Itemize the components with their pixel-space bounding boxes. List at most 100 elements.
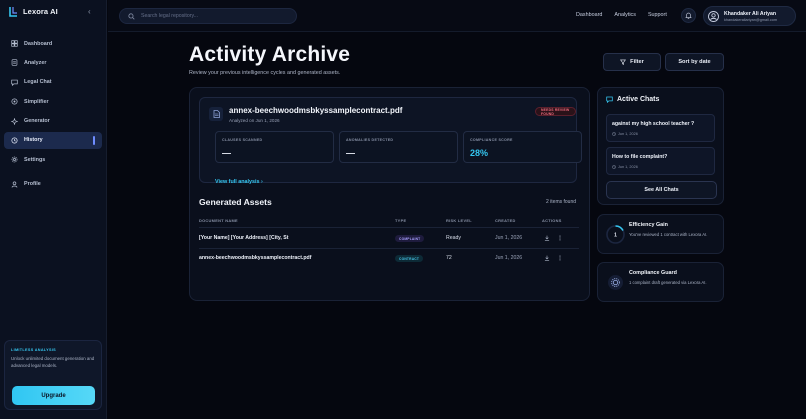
see-all-chats-button[interactable]: See All Chats: [606, 181, 717, 199]
download-icon[interactable]: [544, 235, 550, 241]
active-chats-card: Active Chats against my high school teac…: [597, 87, 724, 205]
active-indicator: [93, 135, 95, 145]
collapse-sidebar-icon[interactable]: ‹: [88, 7, 91, 16]
generator-icon: [11, 117, 18, 125]
stat-value: 28%: [470, 148, 489, 158]
sidebar-item-label: Profile: [24, 181, 41, 188]
sidebar-item-dashboard[interactable]: Dashboard: [4, 35, 102, 52]
filter-button[interactable]: Filter: [603, 53, 661, 71]
user-email: khandakeraliariyan@gmail.com: [724, 18, 778, 22]
document-icon: [209, 107, 223, 121]
latest-analysis-card: annex-beechwoodmsbkyssamplecontract.pdf …: [199, 97, 582, 185]
sidebar-item-label: History: [24, 137, 43, 144]
efficiency-card: 1 Efficiency Gain You've reviewed 1 cont…: [597, 214, 724, 254]
sidebar-item-simplifier[interactable]: Simplifier: [4, 93, 102, 110]
chat-item[interactable]: How to file complaint? Jun 1, 2026: [606, 147, 715, 175]
chat-icon: [11, 79, 18, 86]
document-name: annex-beechwoodmsbkyssamplecontract.pdf: [199, 255, 312, 261]
stat-label: ANOMALIES DETECTED: [346, 138, 394, 142]
settings-icon: [11, 156, 18, 163]
sidebar-item-history[interactable]: History: [4, 131, 102, 149]
page-title: Activity Archive: [189, 43, 351, 66]
created-date: Jun 1, 2026: [495, 235, 523, 241]
column-header: DOCUMENT NAME: [199, 218, 238, 223]
sidebar-item-label: Simplifier: [24, 98, 49, 105]
stat-label: COMPLIANCE SCORE: [470, 138, 513, 142]
history-icon: [11, 137, 18, 144]
sidebar-item-label: Legal Chat: [24, 79, 52, 86]
filter-label: Filter: [630, 59, 644, 65]
logo-icon: [9, 6, 18, 17]
efficiency-text: You've reviewed 1 contract with Lexora A…: [629, 232, 708, 237]
search-bar[interactable]: [119, 8, 297, 24]
sidebar-item-generator[interactable]: Generator: [4, 113, 102, 130]
shield-icon: [608, 275, 623, 290]
search-icon: [128, 12, 135, 20]
upgrade-promo: LIMITLESS ANALYSIS Unlock unlimited docu…: [4, 340, 102, 410]
simplifier-icon: [11, 98, 18, 105]
column-header: CREATED: [495, 218, 516, 223]
sort-button[interactable]: Sort by date: [665, 53, 724, 71]
top-link-support[interactable]: Support: [648, 12, 667, 18]
chat-date: Jun 1, 2026: [612, 165, 638, 169]
stat-clauses: CLAUSES SCANNED —: [215, 131, 334, 163]
chats-title: Active Chats: [606, 96, 659, 103]
promo-title: LIMITLESS ANALYSIS: [11, 348, 56, 352]
top-link-dashboard[interactable]: Dashboard: [576, 12, 602, 18]
search-input[interactable]: [141, 13, 291, 19]
topbar: Dashboard Analytics Support Khandaker Al…: [108, 0, 806, 32]
sidebar-item-label: Generator: [24, 118, 50, 125]
bell-icon: [685, 12, 692, 19]
compliance-text: 1 complaint draft generated via Lexora A…: [629, 280, 707, 285]
stat-label: CLAUSES SCANNED: [222, 138, 263, 142]
top-link-analytics[interactable]: Analytics: [614, 12, 636, 18]
chat-bubble-icon: [606, 96, 613, 103]
type-badge: COMPLAINT: [395, 235, 425, 242]
created-date: Jun 1, 2026: [495, 255, 523, 261]
clock-icon: [612, 165, 616, 169]
dashboard-icon: [11, 40, 18, 47]
stat-compliance: COMPLIANCE SCORE 28%: [463, 131, 582, 163]
view-full-analysis-link[interactable]: View full analysis ›: [215, 179, 263, 185]
chevron-right-icon: ›: [261, 179, 263, 185]
status-badge: NEEDS REVIEW FOUND: [535, 107, 576, 116]
more-options-icon[interactable]: [557, 255, 563, 261]
chat-item[interactable]: against my high school teacher ? Jun 1, …: [606, 114, 715, 142]
compliance-title: Compliance Guard: [629, 270, 677, 276]
sidebar-item-label: Dashboard: [24, 40, 53, 47]
upgrade-button[interactable]: Upgrade: [12, 386, 95, 405]
sidebar-item-profile[interactable]: Profile: [4, 176, 102, 193]
more-options-icon[interactable]: [557, 235, 563, 241]
compliance-card: Compliance Guard 1 complaint draft gener…: [597, 262, 724, 302]
chat-date-label: Jun 1, 2026: [618, 132, 638, 136]
sidebar: Lexora AI ‹ Dashboard Analyzer Legal Cha…: [0, 0, 107, 419]
brand[interactable]: Lexora AI: [9, 6, 58, 17]
sidebar-item-settings[interactable]: Settings: [4, 151, 102, 168]
analysis-file-name: annex-beechwoodmsbkyssamplecontract.pdf: [229, 106, 403, 115]
notifications-button[interactable]: [681, 8, 696, 23]
avatar-icon: [708, 11, 719, 22]
chat-question: against my high school teacher ?: [612, 121, 695, 127]
efficiency-title: Efficiency Gain: [629, 222, 668, 228]
assets-count: 2 items found: [546, 199, 577, 205]
document-name: [Your Name] [Your Address] [City, St: [199, 235, 289, 241]
sidebar-item-legal-chat[interactable]: Legal Chat: [4, 74, 102, 91]
column-header: TYPE: [395, 218, 407, 223]
user-name: Khandaker Ali Ariyan: [724, 11, 777, 17]
stat-value: —: [222, 148, 231, 158]
risk-level: 72: [446, 255, 452, 261]
chats-title-label: Active Chats: [617, 96, 660, 103]
top-nav: Dashboard Analytics Support: [576, 12, 667, 18]
download-icon[interactable]: [544, 255, 550, 261]
sidebar-item-label: Analyzer: [24, 59, 47, 66]
stat-anomalies: ANOMALIES DETECTED —: [339, 131, 458, 163]
archive-card: annex-beechwoodmsbkyssamplecontract.pdf …: [189, 87, 590, 301]
sidebar-item-label: Settings: [24, 156, 46, 163]
user-menu[interactable]: Khandaker Ali Ariyan khandakeraliariyan@…: [703, 6, 796, 26]
brand-name: Lexora AI: [23, 7, 58, 16]
efficiency-count: 1: [614, 233, 617, 239]
sidebar-item-analyzer[interactable]: Analyzer: [4, 54, 102, 71]
analyzer-icon: [11, 59, 18, 67]
analysis-date: Analyzed on Jun 1, 2026: [229, 118, 280, 123]
promo-text: Unlock unlimited document generation and…: [11, 356, 95, 368]
